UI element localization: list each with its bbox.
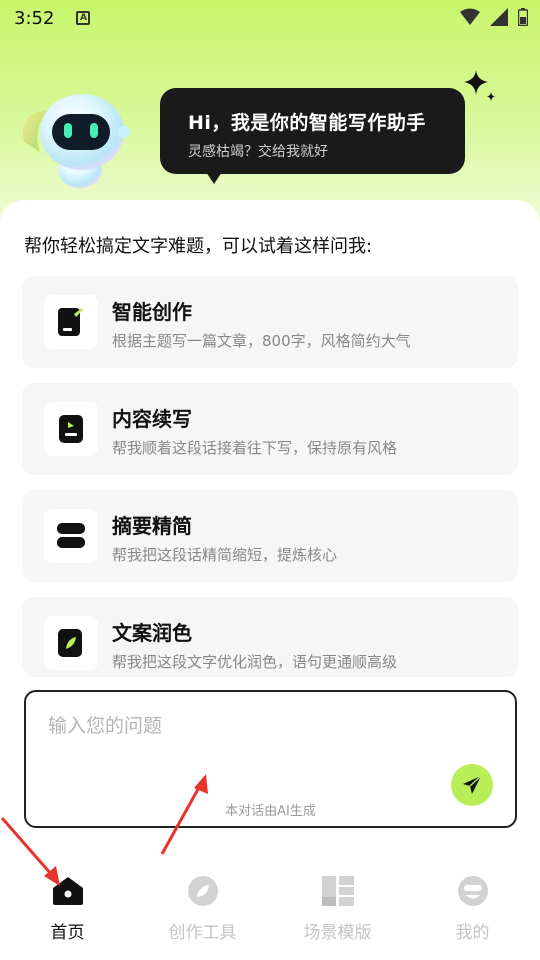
status-time: 3:52 <box>14 7 55 29</box>
greeting-bubble: Hi，我是你的智能写作助手 灵感枯竭？交给我就好 <box>160 88 465 184</box>
robot-mascot-icon <box>23 94 130 188</box>
battery-icon <box>518 8 528 26</box>
question-input-box: 本对话由AI生成 <box>24 690 517 828</box>
intro-text: 帮你轻松搞定文字难题，可以试着这样问我: <box>24 236 373 257</box>
card-title: 文案润色 <box>112 621 192 645</box>
nav-label: 我的 <box>455 923 490 943</box>
nav-scene-templates[interactable]: 场景模版 <box>270 866 405 960</box>
template-icon <box>321 874 355 908</box>
card-description: 帮我把这段话精简缩短，提炼核心 <box>112 546 338 564</box>
send-icon <box>463 775 482 794</box>
nav-creation-tools[interactable]: 创作工具 <box>135 866 270 960</box>
question-input[interactable] <box>48 712 448 740</box>
status-indicators <box>460 8 528 26</box>
card-title: 摘要精简 <box>112 514 192 538</box>
signal-icon <box>490 8 508 26</box>
wifi-icon <box>460 8 480 25</box>
prompt-card-continue-writing[interactable]: 内容续写 帮我顺着这段话接着往下写，保持原有风格 <box>22 383 518 475</box>
prompt-card-smart-create[interactable]: 智能创作 根据主题写一篇文章，800字，风格简约大气 <box>22 276 518 368</box>
profile-icon <box>456 874 490 908</box>
summary-icon <box>44 509 98 563</box>
card-description: 帮我顺着这段话接着往下写，保持原有风格 <box>112 439 398 457</box>
leaf-icon <box>186 874 220 908</box>
nav-label: 创作工具 <box>168 923 237 943</box>
bottom-nav: 首页 创作工具 场景模版 我的 <box>0 866 540 960</box>
nav-home[interactable]: 首页 <box>0 866 135 960</box>
continue-writing-icon <box>44 402 98 456</box>
polish-icon <box>44 616 98 670</box>
card-title: 内容续写 <box>112 407 192 431</box>
nav-label: 首页 <box>50 923 85 943</box>
card-description: 帮我把这段文字优化润色，语句更通顺高级 <box>112 653 398 671</box>
prompt-card-summary[interactable]: 摘要精简 帮我把这段话精简缩短，提炼核心 <box>22 490 518 582</box>
home-icon <box>51 874 85 908</box>
prompt-card-polish[interactable]: 文案润色 帮我把这段文字优化润色，语句更通顺高级 <box>22 597 518 677</box>
sparkle-icon <box>464 70 495 101</box>
card-description: 根据主题写一篇文章，800字，风格简约大气 <box>112 332 411 350</box>
hero-section: Hi，我是你的智能写作助手 灵感枯竭？交给我就好 <box>0 60 540 200</box>
greeting-subtitle: 灵感枯竭？交给我就好 <box>188 144 328 160</box>
greeting-title: Hi，我是你的智能写作助手 <box>188 112 426 134</box>
edit-document-icon <box>44 295 98 349</box>
notification-icon: A <box>76 11 91 25</box>
status-bar: 3:52 A <box>0 0 540 36</box>
card-title: 智能创作 <box>112 300 192 324</box>
ai-generated-note: 本对话由AI生成 <box>225 804 316 819</box>
nav-profile[interactable]: 我的 <box>405 866 540 960</box>
nav-label: 场景模版 <box>303 923 372 943</box>
